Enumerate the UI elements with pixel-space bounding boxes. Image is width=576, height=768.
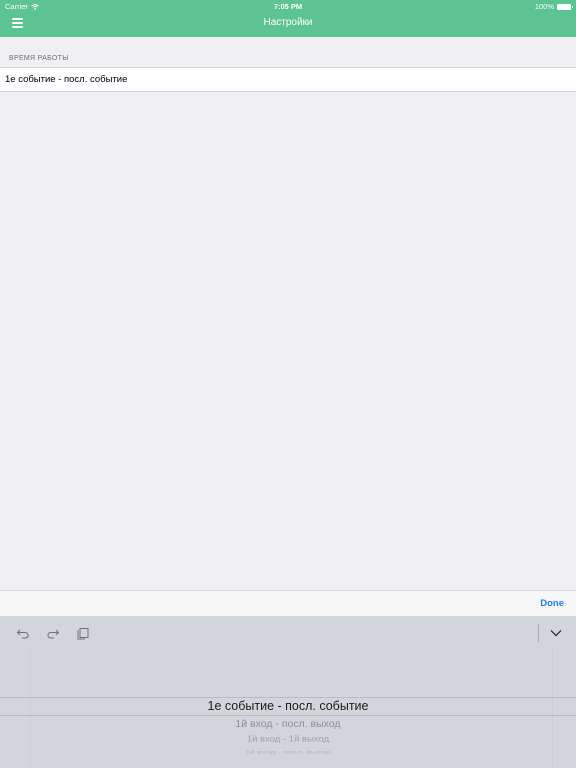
picker-selection-line-top xyxy=(0,697,576,698)
keyboard-toolbar xyxy=(0,616,576,648)
status-time: 7:05 PM xyxy=(273,2,303,11)
picker-option[interactable]: 1й вход - посл. выход xyxy=(0,749,576,755)
section-header-work-time: ВРЕМЯ РАБОТЫ xyxy=(9,55,69,62)
picker-option-selected[interactable]: 1е событие - посл. событие xyxy=(0,699,576,713)
battery-icon xyxy=(557,3,573,10)
done-button[interactable]: Done xyxy=(540,598,564,609)
work-time-cell[interactable]: 1е событие - посл. событие xyxy=(0,67,576,92)
dismiss-keyboard-icon[interactable] xyxy=(549,626,563,640)
undo-icon[interactable] xyxy=(16,626,30,640)
status-bar: Carrier 7:05 PM 100% xyxy=(0,0,576,12)
redo-icon[interactable] xyxy=(46,626,60,640)
option-picker[interactable]: 1е событие - посл. событие 1й вход - пос… xyxy=(0,648,576,768)
toolbar-separator xyxy=(538,624,539,642)
navigation-bar: Carrier 7:05 PM 100% Настройки xyxy=(0,0,576,37)
picker-selection-line-bottom xyxy=(0,715,576,716)
status-right: 100% xyxy=(534,2,573,11)
paste-icon[interactable] xyxy=(76,626,90,640)
picker-option[interactable]: 1й вход - посл. выход xyxy=(0,718,576,730)
page-title: Настройки xyxy=(263,17,313,28)
battery-percent: 100% xyxy=(534,2,554,11)
input-accessory-bar: Done xyxy=(0,590,576,616)
picker-option[interactable]: 1й вход - 1й выход xyxy=(0,735,576,745)
